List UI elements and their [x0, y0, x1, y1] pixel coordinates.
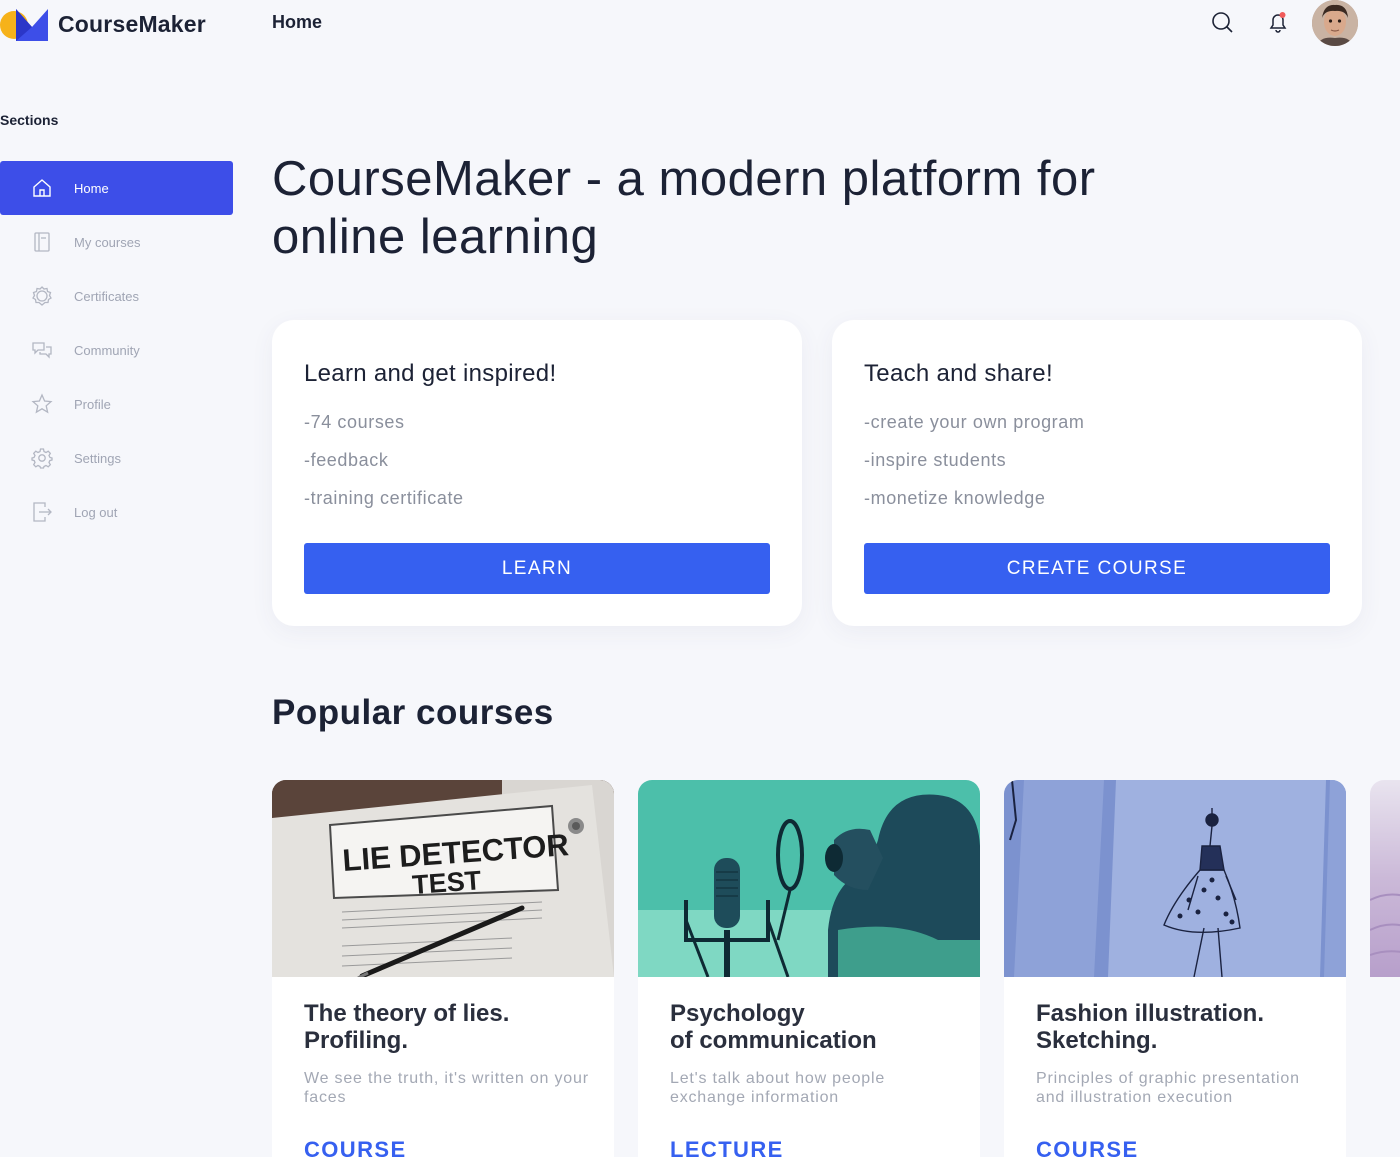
- learn-card-heading: Learn and get inspired!: [304, 360, 557, 387]
- course-card[interactable]: Psychology of communication Let's talk a…: [638, 780, 980, 1157]
- app-name: CourseMaker: [58, 10, 206, 37]
- course-image: [638, 780, 980, 977]
- logout-icon: [31, 501, 53, 523]
- sidebar-item-label: Log out: [74, 504, 118, 520]
- course-title-line: Sketching.: [1036, 1027, 1158, 1054]
- list-item: -training certificate: [304, 488, 464, 508]
- course-title-line: The theory of lies.: [304, 1000, 510, 1027]
- sidebar-item-label: My courses: [74, 234, 141, 250]
- page-title: CourseMaker - a modern platform for onli…: [272, 152, 1096, 264]
- list-item: -monetize knowledge: [864, 488, 1046, 508]
- search-icon[interactable]: [1210, 10, 1234, 34]
- course-title: Fashion illustration. Sketching.: [1036, 1000, 1326, 1054]
- page-header-title: Home: [272, 12, 323, 32]
- course-card[interactable]: Fashion illustration. Sketching. Princip…: [1004, 780, 1346, 1157]
- learn-button[interactable]: LEARN: [304, 543, 770, 594]
- sidebar-item-settings[interactable]: Settings: [0, 431, 233, 485]
- course-title: The theory of lies. Profiling.: [304, 1000, 594, 1054]
- bell-icon[interactable]: [1266, 10, 1290, 34]
- avatar[interactable]: [1312, 0, 1358, 46]
- course-title-line: Psychology: [670, 1000, 805, 1027]
- sidebar-item-my-courses[interactable]: My courses: [0, 215, 233, 269]
- book-icon: [31, 231, 53, 253]
- course-title-line: Fashion illustration.: [1036, 1000, 1265, 1027]
- course-card[interactable]: LIE DETECTOR TEST The theory of lies. Pr…: [272, 780, 614, 1157]
- teach-card: Teach and share! -create your own progra…: [832, 320, 1362, 626]
- course-type-badge: LECTURE: [670, 1137, 784, 1157]
- course-image: [1004, 780, 1346, 977]
- logo-mark-icon: [0, 7, 50, 41]
- course-description: Let's talk about how people exchange inf…: [670, 1070, 886, 1106]
- sidebar-item-label: Community: [74, 342, 140, 358]
- image-text: TEST: [411, 865, 482, 900]
- star-icon: [31, 393, 53, 415]
- teach-card-points: -create your own program -inspire studen…: [864, 412, 1085, 526]
- course-type-badge: COURSE: [304, 1137, 407, 1157]
- list-item: -74 courses: [304, 412, 405, 432]
- list-item: -create your own program: [864, 412, 1085, 432]
- create-course-button[interactable]: CREATE COURSE: [864, 543, 1330, 594]
- sidebar-title: Sections: [0, 112, 59, 128]
- app-logo[interactable]: CourseMaker: [0, 5, 206, 43]
- sidebar-item-home[interactable]: Home: [0, 161, 233, 215]
- popular-courses-title: Popular courses: [272, 693, 554, 732]
- sidebar-item-certificates[interactable]: Certificates: [0, 269, 233, 323]
- course-image: LIE DETECTOR TEST: [272, 780, 614, 977]
- sidebar-item-profile[interactable]: Profile: [0, 377, 233, 431]
- learn-card: Learn and get inspired! -74 courses -fee…: [272, 320, 802, 626]
- course-description: Principles of graphic presentation and i…: [1036, 1070, 1300, 1106]
- course-description: We see the truth, it's written on your f…: [304, 1070, 589, 1106]
- chat-icon: [31, 339, 53, 361]
- sidebar-item-label: Certificates: [74, 288, 140, 304]
- course-card-peek[interactable]: [1370, 780, 1400, 977]
- sidebar-item-community[interactable]: Community: [0, 323, 233, 377]
- home-icon: [31, 177, 53, 199]
- course-type-badge: COURSE: [1036, 1137, 1139, 1157]
- list-item: -feedback: [304, 450, 389, 470]
- sidebar-item-label: Home: [74, 180, 109, 196]
- sidebar-nav: Home My courses Certificates Community P…: [0, 161, 233, 539]
- certificate-icon: [31, 285, 53, 307]
- gear-icon: [31, 447, 53, 469]
- course-title: Psychology of communication: [670, 1000, 960, 1054]
- learn-card-points: -74 courses -feedback -training certific…: [304, 412, 464, 526]
- sidebar-item-label: Settings: [74, 450, 121, 466]
- sidebar-item-logout[interactable]: Log out: [0, 485, 233, 539]
- course-title-line: of communication: [670, 1027, 877, 1054]
- page: CourseMaker Home Sections Home My course…: [0, 0, 1400, 1157]
- list-item: -inspire students: [864, 450, 1007, 470]
- sidebar-item-label: Profile: [74, 396, 111, 412]
- course-title-line: Profiling.: [304, 1027, 408, 1054]
- teach-card-heading: Teach and share!: [864, 360, 1053, 387]
